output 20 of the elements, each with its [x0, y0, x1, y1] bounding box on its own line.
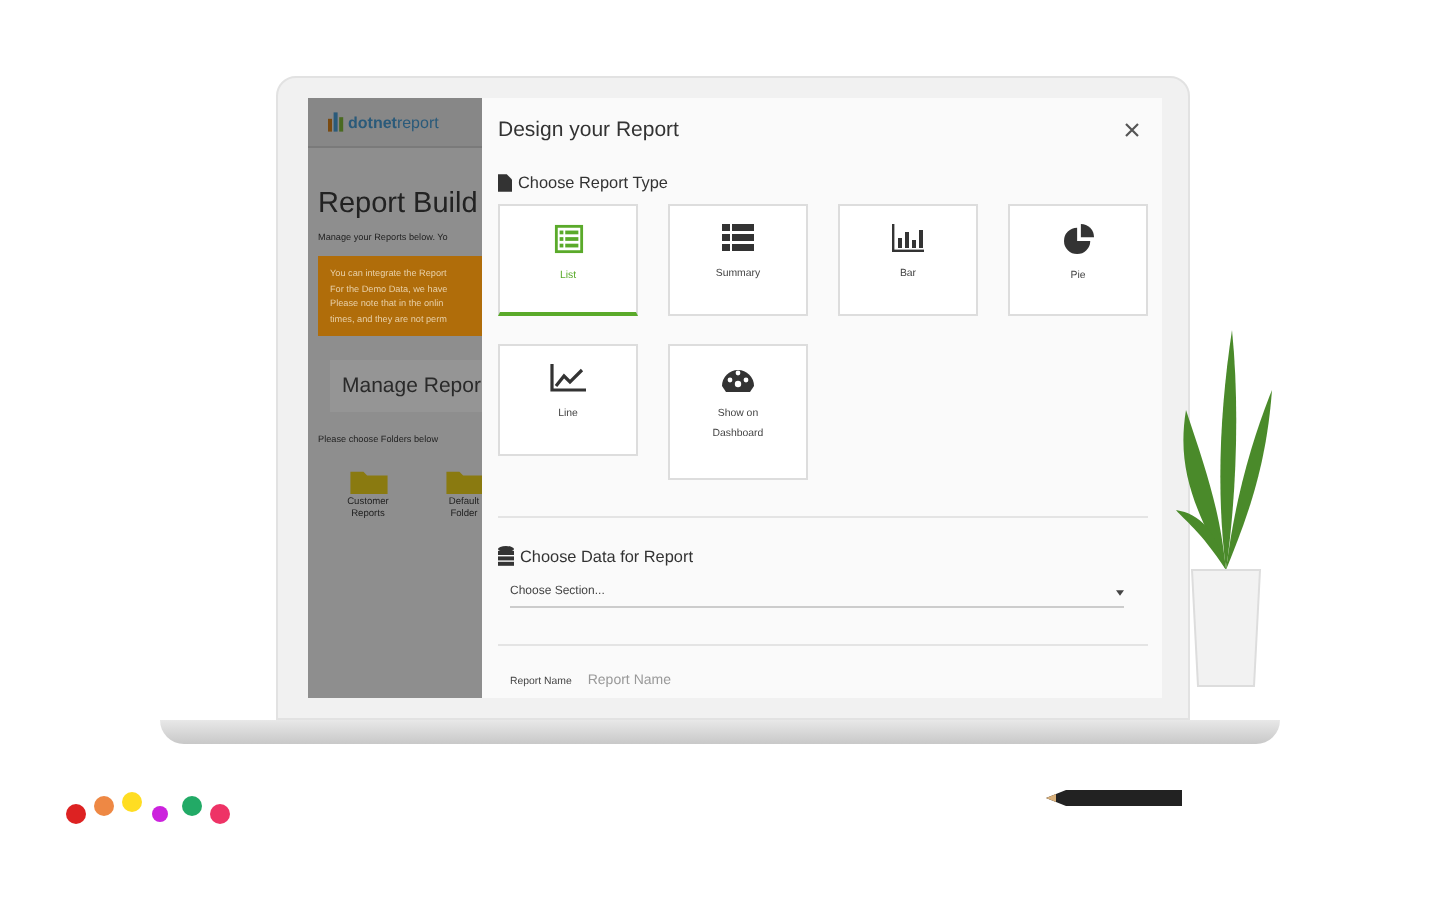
pie-chart-icon — [1063, 224, 1093, 254]
caret-icon — [1116, 589, 1124, 595]
dialog-title: Design your Report — [498, 118, 679, 142]
logo-text: dotnetreport — [348, 113, 439, 131]
folder-icon[interactable] — [349, 467, 387, 493]
list-icon — [553, 224, 583, 254]
line-chart-icon — [550, 364, 586, 392]
bar-chart-icon — [892, 224, 924, 252]
gauge-icon — [722, 364, 754, 392]
panel-title: Manage Repor — [330, 359, 482, 411]
page-title: Report Build — [318, 188, 480, 220]
section-heading: Choose Data for Report — [520, 547, 693, 565]
section-heading: Choose Report Type — [518, 174, 668, 192]
bar-chart-icon — [328, 112, 344, 132]
folder-icon[interactable] — [445, 467, 482, 493]
database-icon — [498, 546, 514, 566]
document-icon — [498, 174, 512, 192]
list-icon — [722, 224, 754, 252]
pencil-drawing — [1046, 786, 1186, 806]
close-icon[interactable] — [1124, 122, 1140, 138]
